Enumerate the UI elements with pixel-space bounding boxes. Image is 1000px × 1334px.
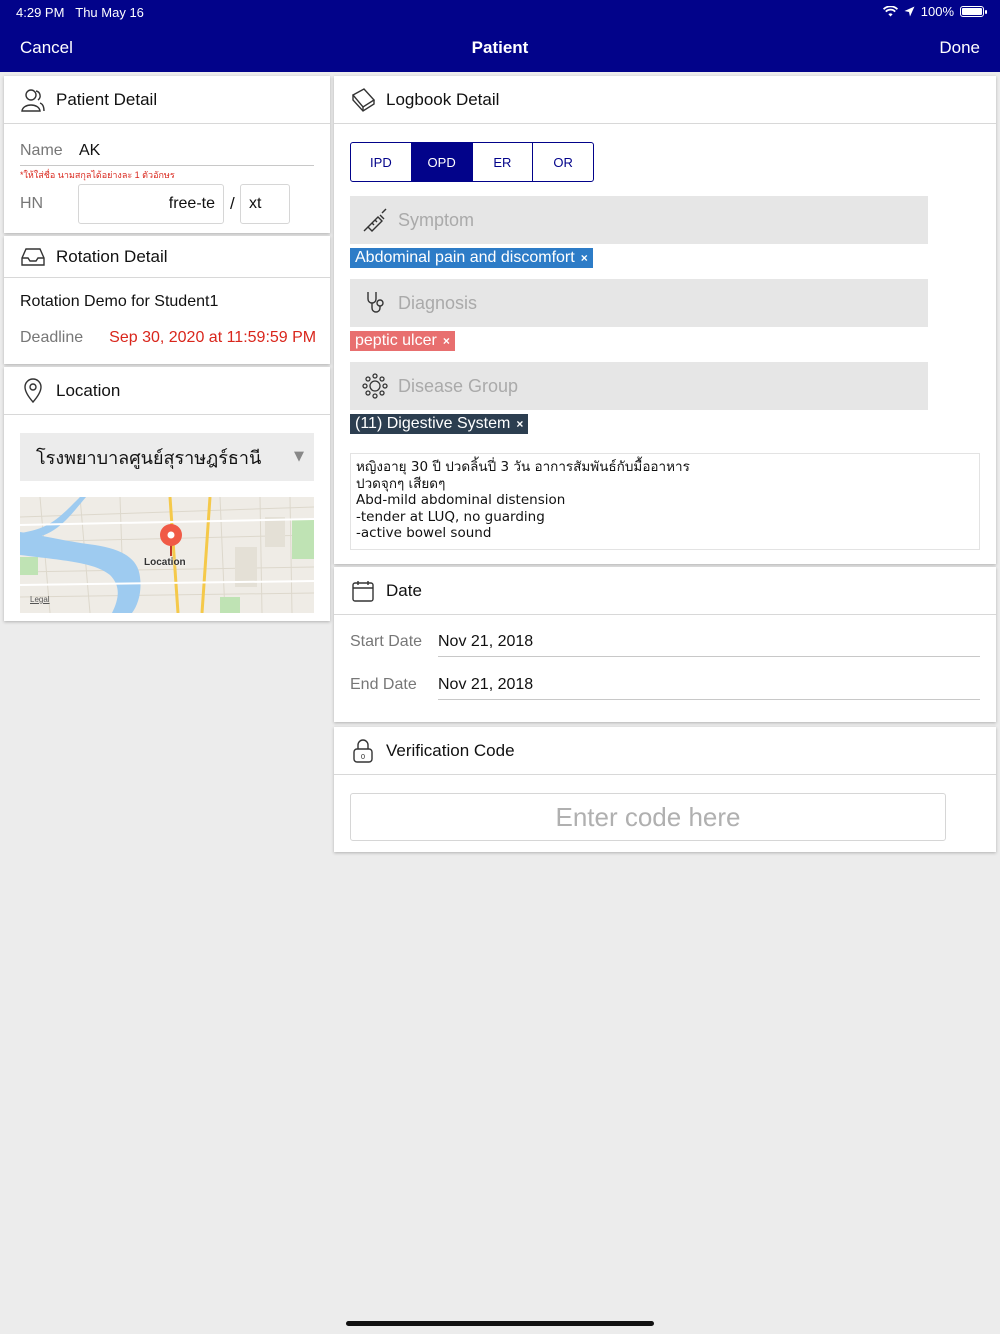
hn-row: HN free-te / xt [20,184,314,224]
date-card: Date Start Date Nov 21, 2018 End Date No… [334,567,996,722]
hospital-select[interactable]: โรงพยาบาลศูนย์สุราษฎร์ธานี ▼ [20,433,314,481]
map-pin-icon [20,377,46,404]
map-pin-label: Location [144,557,186,568]
location-card: Location โรงพยาบาลศูนย์สุราษฎร์ธานี ▼ Lo… [4,367,330,621]
symptom-tag-label: Abdominal pain and discomfort [355,249,575,266]
verification-card: 0 Verification Code [334,727,996,852]
disease-group-tag: (11) Digestive System × [350,414,529,434]
diagnosis-field[interactable]: Diagnosis [350,279,928,327]
location-title: Location [56,380,121,400]
diagnosis-tag-label: peptic ulcer [355,332,437,349]
end-date-row: End Date Nov 21, 2018 [350,670,980,700]
home-indicator[interactable] [346,1321,654,1326]
done-button[interactable]: Done [939,38,980,58]
syringe-icon [362,207,388,233]
rotation-detail-header: Rotation Detail [4,236,330,278]
name-field[interactable]: Name AK [20,140,314,166]
location-map[interactable]: Location Legal [20,497,314,613]
patient-detail-title: Patient Detail [56,89,158,109]
virus-icon [362,373,388,399]
patient-detail-card: Patient Detail Name AK *ให้ใส่ชื่อ นามสก… [4,76,330,233]
segment-or[interactable]: OR [533,143,593,181]
segment-er[interactable]: ER [473,143,534,181]
location-header: Location [4,367,330,415]
rotation-detail-title: Rotation Detail [56,246,168,266]
clinical-note-textarea[interactable]: หญิงอายุ 30 ปี ปวดลิ้นปี่ 3 วัน อาการสัม… [350,453,980,550]
end-date-field[interactable]: Nov 21, 2018 [438,670,980,700]
remove-symptom-tag-button[interactable]: × [581,251,588,265]
date-header: Date [334,567,996,615]
navigation-bar: 4:29 PM Thu May 16 100% Cancel Patient D… [0,0,1000,72]
map-legal-link[interactable]: Legal [30,595,50,604]
start-date-field[interactable]: Nov 21, 2018 [438,627,980,657]
start-date-label: Start Date [350,633,423,650]
status-date: Thu May 16 [75,5,144,20]
remove-diagnosis-tag-button[interactable]: × [443,334,450,348]
symptom-tag: Abdominal pain and discomfort × [350,248,593,268]
location-arrow-icon [904,6,915,17]
logbook-detail-header: Logbook Detail [334,76,996,124]
hospital-select-value: โรงพยาบาลศูนย์สุราษฎร์ธานี [36,447,262,469]
deadline-label: Deadline [20,329,84,346]
diagnosis-tag: peptic ulcer × [350,331,455,351]
verification-title: Verification Code [386,740,515,760]
status-time: 4:29 PM Thu May 16 [16,5,144,20]
disease-group-field[interactable]: Disease Group [350,362,928,410]
segment-opd[interactable]: OPD [411,143,473,181]
deadline-row: Deadline Sep 30, 2020 at 11:59:59 PM [20,329,316,347]
disease-group-placeholder: Disease Group [398,375,519,396]
case-type-segmented-control: IPD OPD ER OR [350,142,594,182]
verification-code-input[interactable] [350,793,946,841]
segment-ipd[interactable]: IPD [351,143,412,181]
inbox-tray-icon [20,244,46,270]
name-label: Name [20,142,63,159]
battery-icon [960,6,987,17]
name-value[interactable]: AK [79,142,100,160]
symptom-field[interactable]: Symptom [350,196,928,244]
status-indicators: 100% [882,4,987,19]
hn-input-1[interactable]: free-te [78,184,224,224]
start-date-row: Start Date Nov 21, 2018 [350,627,980,657]
battery-percent: 100% [920,4,954,19]
disease-group-tag-label: (11) Digestive System [355,415,511,432]
deadline-value: Sep 30, 2020 at 11:59:59 PM [109,329,317,346]
logbook-detail-card: Logbook Detail IPD OPD ER OR Symptom Abd… [334,76,996,564]
calendar-icon [350,578,376,604]
verification-header: 0 Verification Code [334,727,996,775]
book-icon [350,87,376,113]
dropdown-caret-icon: ▼ [294,449,304,464]
name-warning: *ให้ใส่ชื่อ นามสกุลได้อย่างละ 1 ตัวอักษร [20,170,175,180]
hn-input-2[interactable]: xt [240,184,290,224]
svg-text:0: 0 [361,753,365,761]
page-title: Patient [471,38,529,57]
stethoscope-icon [362,290,388,316]
date-title: Date [386,580,422,600]
lock-icon: 0 [350,738,376,764]
symptom-placeholder: Symptom [398,209,475,230]
end-date-label: End Date [350,676,417,693]
diagnosis-placeholder: Diagnosis [398,292,478,313]
patient-detail-header: Patient Detail [4,76,330,124]
hn-label: HN [20,195,44,212]
patient-icon [20,87,46,113]
wifi-icon [882,6,898,17]
remove-disease-group-tag-button[interactable]: × [516,417,523,431]
hn-separator: / [230,194,235,213]
rotation-name: Rotation Demo for Student1 [20,293,219,310]
rotation-detail-card: Rotation Detail Rotation Demo for Studen… [4,236,330,364]
map-marker-icon [160,524,182,556]
logbook-detail-title: Logbook Detail [386,89,500,109]
